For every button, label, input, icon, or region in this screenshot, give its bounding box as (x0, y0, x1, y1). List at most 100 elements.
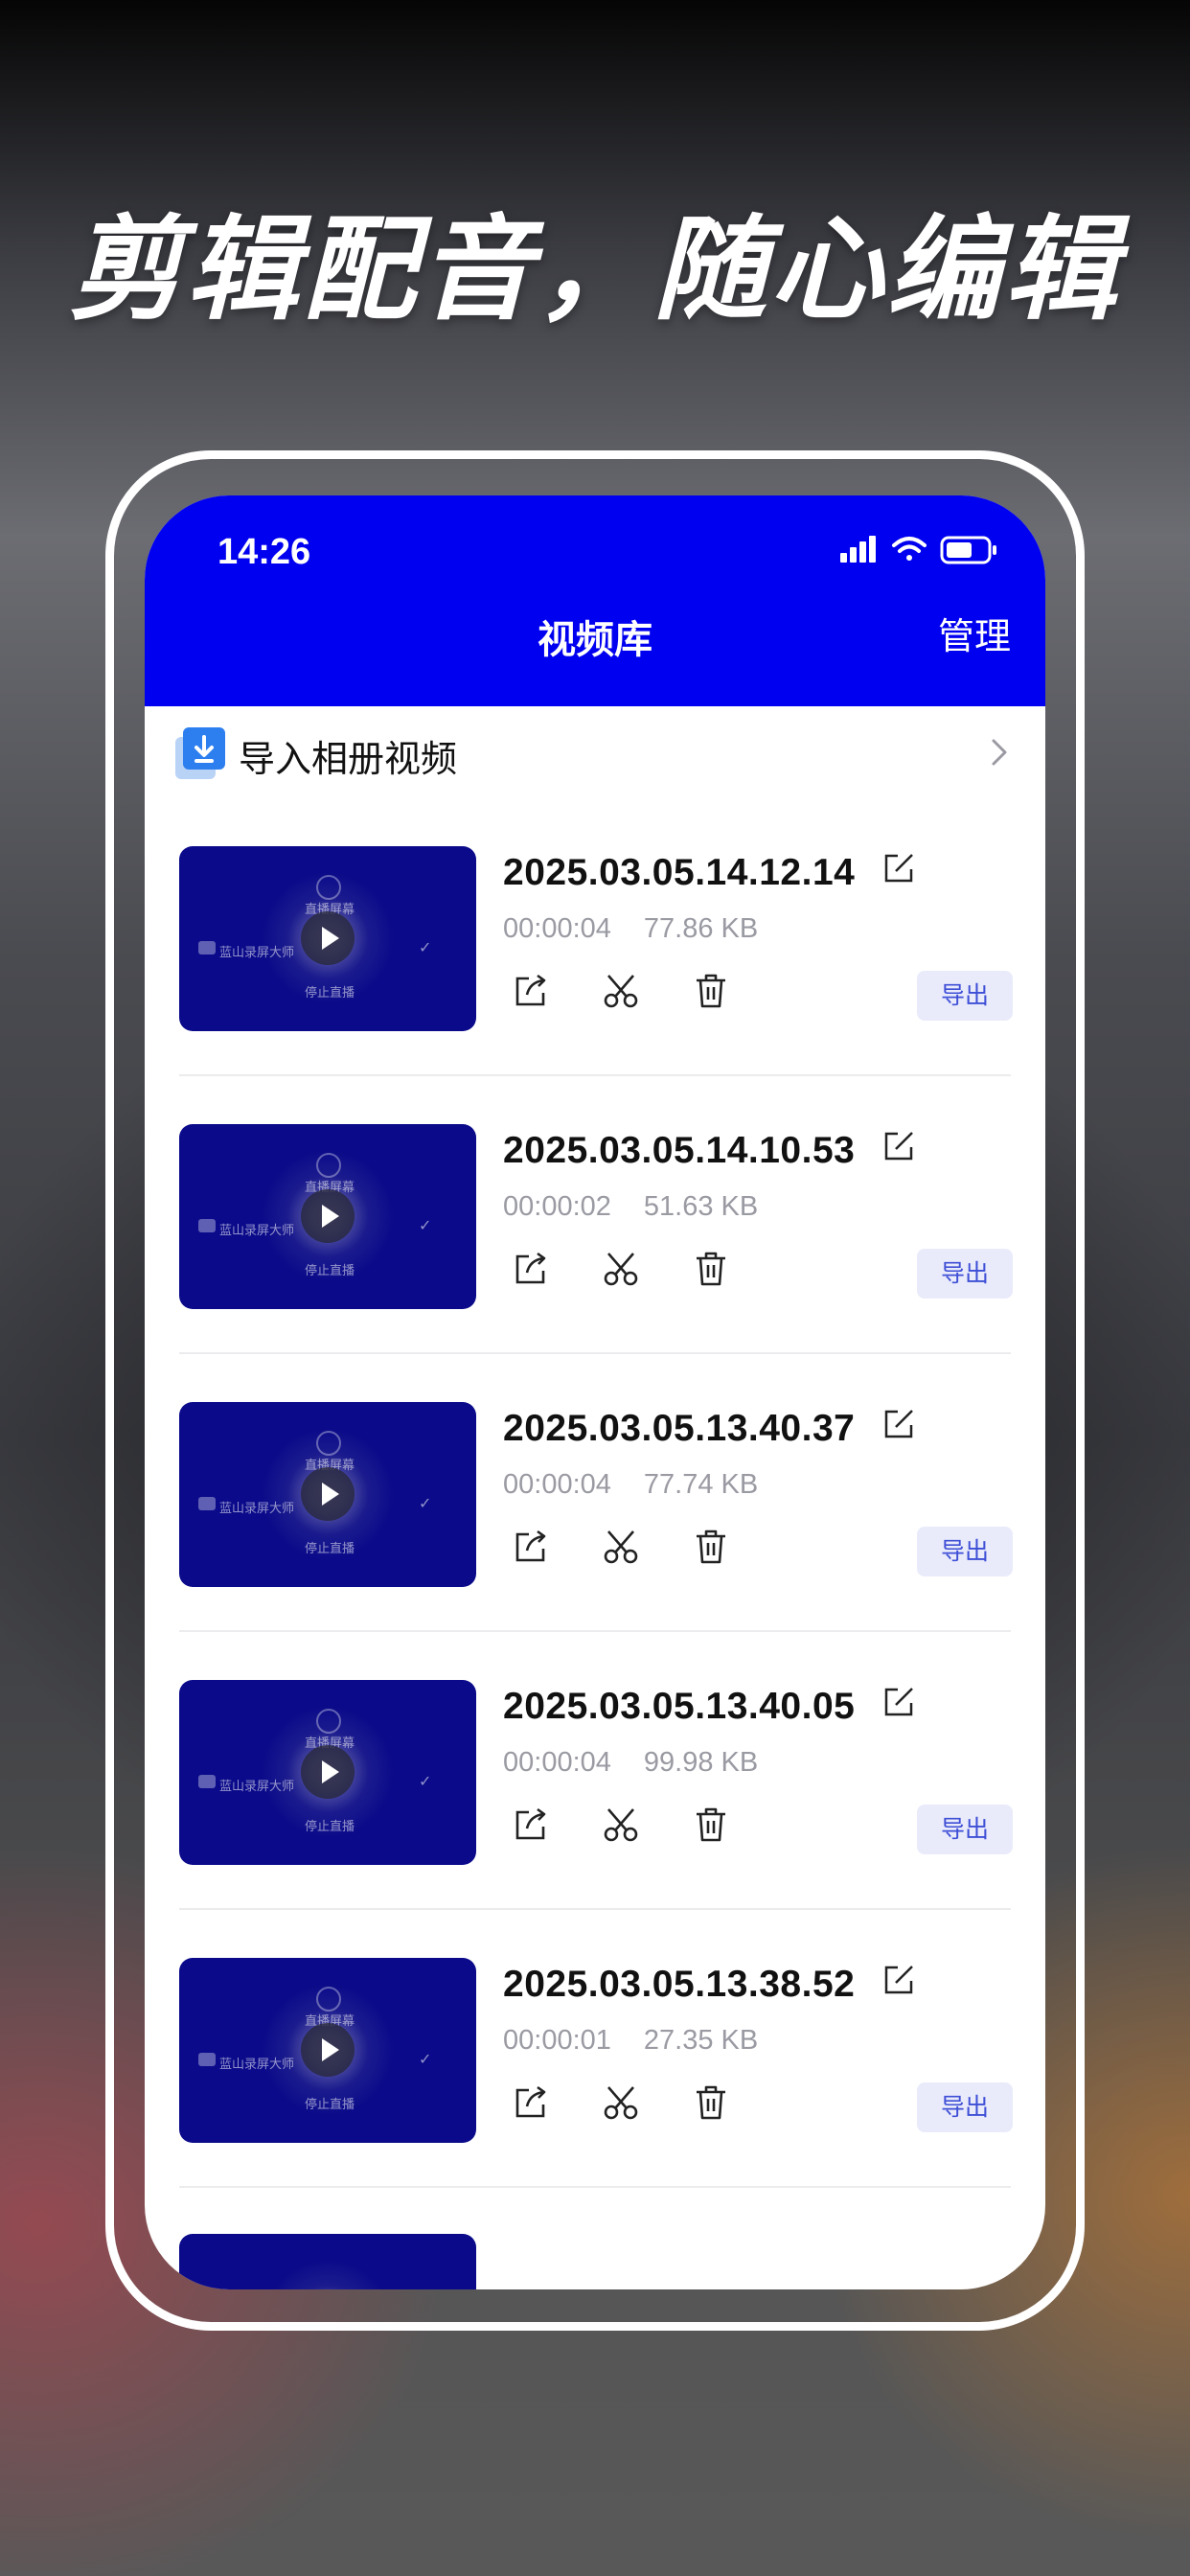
video-size: 27.35 KB (643, 2025, 759, 2056)
video-duration: 00:00:04 (503, 913, 611, 944)
thumbnail-text-left: 蓝山录屏大师 (219, 1223, 295, 1237)
thumbnail-text-left: 蓝山录屏大师 (219, 945, 295, 959)
export-button[interactable]: 导出 (917, 1527, 1013, 1576)
share-icon[interactable] (513, 1251, 549, 1287)
import-album-video-row[interactable]: 导入相册视频 (145, 706, 1045, 798)
camera-icon (198, 1219, 216, 1232)
video-duration: 00:00:01 (503, 2025, 611, 2056)
scissors-icon[interactable] (603, 1529, 639, 1565)
video-item: 直播屏幕 蓝山录屏大师 ✓ 停止直播 2025.03.05.14.12.14 0… (145, 798, 1045, 1076)
video-duration: 00:00:04 (503, 1747, 611, 1778)
share-icon[interactable] (513, 2084, 549, 2121)
trash-icon[interactable] (693, 1529, 729, 1565)
video-size: 51.63 KB (643, 1191, 759, 1222)
video-item-partial (145, 2188, 1045, 2289)
thumbnail-text-bottom: 停止直播 (304, 1263, 355, 1277)
video-duration: 00:00:02 (503, 1191, 611, 1222)
video-meta: 00:00:04 77.74 KB (503, 1469, 758, 1501)
record-circle-icon (316, 1153, 341, 1178)
download-icon (175, 727, 225, 779)
video-name: 2025.03.05.14.10.53 (503, 1130, 856, 1171)
scissors-icon[interactable] (603, 973, 639, 1009)
video-name: 2025.03.05.13.40.37 (503, 1408, 856, 1449)
thumbnail-text-bottom: 停止直播 (304, 2097, 355, 2111)
video-thumbnail[interactable]: 直播屏幕 蓝山录屏大师 ✓ 停止直播 (179, 846, 476, 1031)
record-circle-icon (316, 1709, 341, 1734)
trash-icon[interactable] (693, 2084, 729, 2121)
check-icon: ✓ (419, 940, 432, 956)
video-meta: 00:00:01 27.35 KB (503, 2025, 758, 2057)
camera-icon (198, 2053, 216, 2066)
video-thumbnail[interactable]: 直播屏幕 蓝山录屏大师 ✓ 停止直播 (179, 1402, 476, 1587)
video-meta: 00:00:04 77.86 KB (503, 913, 758, 945)
edit-name-icon[interactable] (882, 1686, 915, 1718)
play-icon[interactable] (301, 1189, 355, 1243)
export-button[interactable]: 导出 (917, 1249, 1013, 1299)
play-icon[interactable] (301, 2023, 355, 2077)
scissors-icon[interactable] (603, 1251, 639, 1287)
camera-icon (198, 941, 216, 954)
play-icon[interactable] (301, 1745, 355, 1799)
check-icon: ✓ (419, 1218, 432, 1234)
trash-icon[interactable] (693, 1251, 729, 1287)
thumbnail-text-bottom: 停止直播 (304, 1819, 355, 1833)
record-circle-icon (316, 1987, 341, 2012)
video-thumbnail[interactable]: 直播屏幕 蓝山录屏大师 ✓ 停止直播 (179, 1958, 476, 2143)
thumbnail-text-left: 蓝山录屏大师 (219, 2057, 295, 2071)
page-title: 视频库 (538, 619, 652, 661)
thumbnail-text-bottom: 停止直播 (304, 1541, 355, 1555)
video-meta: 00:00:04 99.98 KB (503, 1747, 758, 1779)
video-duration: 00:00:04 (503, 1469, 611, 1500)
share-icon[interactable] (513, 973, 549, 1009)
video-thumbnail[interactable]: 直播屏幕 蓝山录屏大师 ✓ 停止直播 (179, 1680, 476, 1865)
record-circle-icon (316, 1431, 341, 1456)
edit-name-icon[interactable] (882, 1130, 915, 1162)
edit-name-icon[interactable] (882, 852, 915, 885)
thumbnail-text-bottom: 停止直播 (304, 985, 355, 1000)
manage-button[interactable]: 管理 (938, 607, 1011, 659)
battery-icon (940, 536, 996, 564)
share-icon[interactable] (513, 1806, 549, 1843)
phone-screen: 14:26 视频库 管理 导入相册视频 直播屏幕 蓝山录屏大师 ✓ 停止直播 2… (145, 495, 1045, 2289)
scissors-icon[interactable] (603, 1806, 639, 1843)
check-icon: ✓ (419, 2052, 432, 2068)
thumbnail-text-left: 蓝山录屏大师 (219, 1779, 295, 1793)
video-thumbnail[interactable] (179, 2234, 476, 2289)
status-time: 14:26 (217, 532, 311, 572)
play-icon[interactable] (301, 911, 355, 965)
video-size: 99.98 KB (643, 1747, 759, 1778)
status-icons (840, 536, 996, 564)
check-icon: ✓ (419, 1496, 432, 1512)
edit-name-icon[interactable] (882, 1408, 915, 1440)
thumbnail-text-left: 蓝山录屏大师 (219, 1501, 295, 1515)
export-button[interactable]: 导出 (917, 971, 1013, 1021)
video-item: 直播屏幕 蓝山录屏大师 ✓ 停止直播 2025.03.05.13.38.52 0… (145, 1910, 1045, 2188)
export-button[interactable]: 导出 (917, 1805, 1013, 1854)
video-item: 直播屏幕 蓝山录屏大师 ✓ 停止直播 2025.03.05.14.10.53 0… (145, 1076, 1045, 1354)
video-item: 直播屏幕 蓝山录屏大师 ✓ 停止直播 2025.03.05.13.40.37 0… (145, 1354, 1045, 1632)
video-name: 2025.03.05.14.12.14 (503, 852, 856, 893)
scissors-icon[interactable] (603, 2084, 639, 2121)
record-circle-icon (316, 875, 341, 900)
video-meta: 00:00:02 51.63 KB (503, 1191, 758, 1223)
trash-icon[interactable] (693, 973, 729, 1009)
video-size: 77.86 KB (643, 913, 759, 944)
play-icon[interactable] (301, 1467, 355, 1521)
headline: 剪辑配音，随心编辑 (68, 203, 1121, 335)
signal-icon (840, 536, 876, 563)
chevron-right-icon (992, 739, 1007, 766)
edit-name-icon[interactable] (882, 1964, 915, 1996)
video-size: 77.74 KB (643, 1469, 759, 1500)
import-label: 导入相册视频 (239, 740, 458, 780)
export-button[interactable]: 导出 (917, 2082, 1013, 2132)
trash-icon[interactable] (693, 1806, 729, 1843)
camera-icon (198, 1497, 216, 1510)
share-icon[interactable] (513, 1529, 549, 1565)
video-name: 2025.03.05.13.40.05 (503, 1686, 856, 1727)
video-thumbnail[interactable]: 直播屏幕 蓝山录屏大师 ✓ 停止直播 (179, 1124, 476, 1309)
top-bar: 14:26 视频库 管理 (145, 495, 1045, 706)
check-icon: ✓ (419, 1774, 432, 1790)
wifi-icon (892, 537, 927, 561)
video-list: 直播屏幕 蓝山录屏大师 ✓ 停止直播 2025.03.05.14.12.14 0… (145, 798, 1045, 2289)
video-name: 2025.03.05.13.38.52 (503, 1964, 856, 2005)
